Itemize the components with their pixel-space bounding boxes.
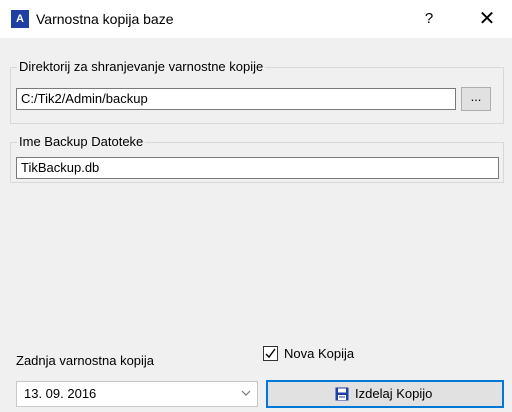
create-backup-button[interactable]: Izdelaj Kopijo [266, 380, 504, 408]
create-backup-label: Izdelaj Kopijo [355, 386, 433, 401]
new-copy-label[interactable]: Nova Kopija [284, 346, 354, 362]
checkmark-icon [265, 348, 276, 359]
new-copy-checkbox[interactable] [263, 346, 278, 361]
floppy-disk-icon [335, 387, 349, 401]
close-button[interactable]: ✕ [474, 6, 500, 32]
browse-button[interactable]: ... [461, 87, 491, 111]
backup-filename-input[interactable]: TikBackup.db [16, 157, 499, 179]
window-title: Varnostna kopija baze [36, 11, 174, 27]
last-backup-label: Zadnja varnostna kopija [16, 353, 155, 368]
backup-directory-input[interactable]: C:/Tik2/Admin/backup [16, 88, 456, 110]
filename-legend: Ime Backup Datoteke [17, 134, 146, 150]
last-backup-date-picker[interactable]: 13. 09. 2016 [16, 381, 258, 407]
help-button[interactable]: ? [418, 8, 440, 30]
last-backup-date-value: 13. 09. 2016 [24, 386, 97, 401]
chevron-down-icon[interactable] [241, 388, 251, 398]
app-logo-icon: A [11, 10, 29, 28]
directory-legend: Direktorij za shranjevanje varnostne kop… [17, 59, 266, 75]
title-bar: A Varnostna kopija baze ? ✕ [0, 0, 512, 38]
